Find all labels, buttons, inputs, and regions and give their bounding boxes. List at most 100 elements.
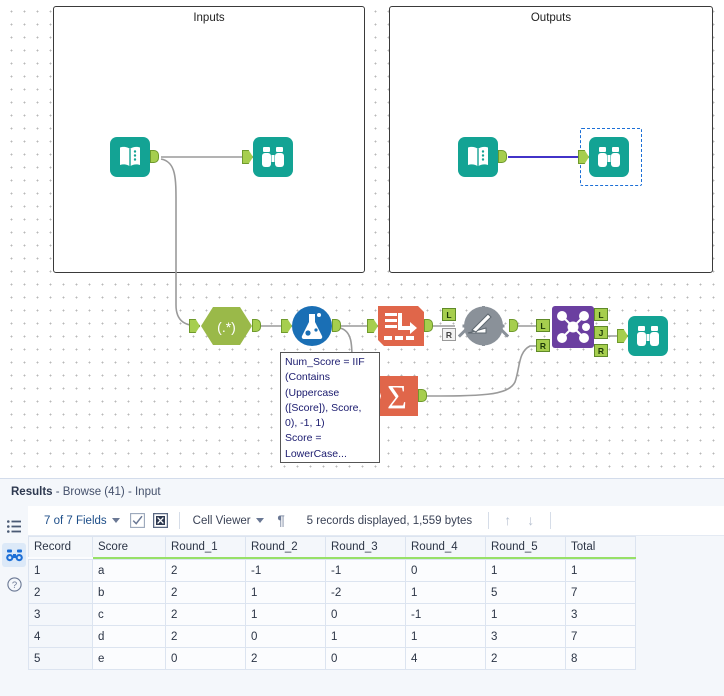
table-cell[interactable]: 2 bbox=[165, 559, 246, 582]
table-row[interactable]: 4d201137 bbox=[28, 625, 636, 648]
tool-browse-3[interactable] bbox=[617, 316, 668, 356]
table-row[interactable]: 3 c 2 1 0 -1 1 3 bbox=[28, 603, 636, 626]
table-cell[interactable]: 3 bbox=[28, 603, 93, 626]
table-cell[interactable]: -2 bbox=[325, 581, 406, 604]
input-anchor[interactable] bbox=[367, 319, 378, 333]
arrow-down-icon[interactable]: ↓ bbox=[523, 513, 538, 528]
table-cell[interactable]: 1 bbox=[485, 559, 566, 582]
table-cell[interactable]: 7 bbox=[565, 581, 636, 604]
tool-browse-1[interactable] bbox=[242, 137, 293, 177]
input-anchor-left[interactable]: L bbox=[536, 319, 550, 332]
table-cell[interactable]: 2 bbox=[245, 647, 326, 670]
table-cell[interactable]: -1 bbox=[325, 559, 406, 582]
container-inputs[interactable]: Inputs bbox=[53, 6, 365, 273]
table-cell[interactable]: 2 bbox=[165, 581, 246, 604]
table-column-header[interactable]: Round_1 bbox=[165, 536, 246, 557]
table-cell[interactable]: 1 bbox=[485, 603, 566, 626]
fields-dropdown[interactable]: 7 of 7 Fields bbox=[38, 510, 126, 532]
table-column-header[interactable]: Record bbox=[28, 536, 93, 557]
tool-regex[interactable]: (.*) bbox=[189, 306, 261, 351]
table-cell[interactable]: 7 bbox=[565, 625, 636, 648]
input-anchor-right[interactable]: R bbox=[442, 328, 456, 341]
output-anchor[interactable] bbox=[332, 319, 341, 332]
table-cell[interactable]: 1 bbox=[405, 581, 486, 604]
output-anchor[interactable] bbox=[252, 319, 261, 332]
table-column-header[interactable]: Total bbox=[565, 536, 636, 557]
checkbox-checked-icon[interactable] bbox=[129, 513, 145, 528]
table-cell[interactable]: -1 bbox=[405, 603, 486, 626]
results-grid-wrapper[interactable]: Record Score Round_1 Round_2 Round_3 Round_4 R… bbox=[28, 536, 724, 696]
checkbox-cross-icon[interactable] bbox=[152, 512, 168, 529]
input-anchor-left[interactable]: L bbox=[442, 308, 456, 321]
output-anchor[interactable] bbox=[509, 319, 518, 332]
tool-summarize[interactable]: Σ bbox=[364, 376, 427, 421]
table-cell[interactable]: 4 bbox=[405, 647, 486, 670]
help-icon[interactable]: ? bbox=[2, 572, 26, 596]
tool-formula[interactable] bbox=[281, 306, 341, 351]
table-cell[interactable]: 5 bbox=[28, 647, 93, 670]
table-cell[interactable]: 2 bbox=[165, 603, 246, 626]
workflow-canvas[interactable]: Inputs Outputs (.*) Σ L R L R L J R Num_… bbox=[0, 0, 724, 478]
table-cell[interactable]: 0 bbox=[405, 559, 486, 582]
table-column-header[interactable]: Round_5 bbox=[485, 536, 566, 557]
table-cell[interactable]: 5 bbox=[485, 581, 566, 604]
table-cell[interactable]: 8 bbox=[565, 647, 636, 670]
transpose-icon bbox=[378, 306, 424, 346]
table-cell[interactable]: 2 bbox=[28, 581, 93, 604]
table-cell[interactable]: e bbox=[92, 647, 166, 670]
table-row[interactable]: 5e020428 bbox=[28, 647, 636, 670]
output-anchor-join[interactable]: J bbox=[594, 326, 608, 339]
tool-input-data-2[interactable] bbox=[458, 137, 507, 177]
table-cell[interactable]: 1 bbox=[28, 559, 93, 582]
table-cell[interactable]: 1 bbox=[325, 625, 406, 648]
table-column-header[interactable]: Round_4 bbox=[405, 536, 486, 557]
input-anchor[interactable] bbox=[281, 319, 292, 333]
table-cell[interactable]: c bbox=[92, 603, 166, 626]
binoculars-icon[interactable] bbox=[2, 543, 26, 567]
table-column-header[interactable]: Round_3 bbox=[325, 536, 406, 557]
table-cell[interactable]: 0 bbox=[325, 647, 406, 670]
output-anchor[interactable] bbox=[498, 150, 507, 163]
list-icon[interactable] bbox=[2, 514, 26, 538]
table-cell[interactable]: a bbox=[92, 559, 166, 582]
arrow-up-icon[interactable]: ↑ bbox=[500, 513, 515, 528]
tool-transpose[interactable] bbox=[367, 306, 433, 351]
table-cell[interactable]: 3 bbox=[485, 625, 566, 648]
fields-label: 7 of 7 Fields bbox=[44, 514, 107, 527]
table-cell[interactable]: 2 bbox=[165, 625, 246, 648]
table-column-header[interactable]: Round_2 bbox=[245, 536, 326, 557]
table-cell[interactable]: b bbox=[92, 581, 166, 604]
table-cell[interactable]: 1 bbox=[565, 559, 636, 582]
table-cell[interactable]: 1 bbox=[245, 581, 326, 604]
table-cell[interactable]: 3 bbox=[565, 603, 636, 626]
tool-join[interactable]: L R L J R bbox=[536, 306, 608, 357]
output-anchor-left[interactable]: L bbox=[594, 308, 608, 321]
table-cell[interactable]: 1 bbox=[245, 603, 326, 626]
output-anchor[interactable] bbox=[418, 389, 427, 402]
table-cell[interactable]: -1 bbox=[245, 559, 326, 582]
output-anchor-right[interactable]: R bbox=[594, 344, 608, 357]
input-anchor-right[interactable]: R bbox=[536, 339, 550, 352]
table-cell[interactable]: d bbox=[92, 625, 166, 648]
tool-input-data-1[interactable] bbox=[110, 137, 159, 177]
input-anchor[interactable] bbox=[189, 319, 200, 333]
cell-viewer-dropdown[interactable]: Cell Viewer bbox=[187, 510, 270, 532]
input-anchor[interactable] bbox=[617, 329, 628, 343]
table-cell[interactable]: 1 bbox=[405, 625, 486, 648]
table-cell[interactable]: 4 bbox=[28, 625, 93, 648]
tool-browse-2[interactable] bbox=[578, 137, 629, 177]
chevron-down-icon bbox=[255, 518, 264, 523]
container-outputs[interactable]: Outputs bbox=[389, 6, 713, 273]
table-cell[interactable]: 0 bbox=[325, 603, 406, 626]
table-cell[interactable]: 2 bbox=[485, 647, 566, 670]
tool-append-fields[interactable]: L R bbox=[442, 305, 518, 351]
results-panel: Results - Browse (41) - Input ? 7 of 7 F… bbox=[0, 478, 724, 696]
table-row[interactable]: 1 a 2 -1 -1 0 1 1 bbox=[28, 559, 636, 582]
table-row[interactable]: 2 b 2 1 -2 1 5 7 bbox=[28, 581, 636, 604]
table-cell[interactable]: 0 bbox=[165, 647, 246, 670]
table-column-header[interactable]: Score bbox=[92, 536, 166, 557]
output-anchor[interactable] bbox=[424, 319, 433, 332]
table-cell[interactable]: 0 bbox=[245, 625, 326, 648]
output-anchor[interactable] bbox=[150, 150, 159, 163]
pilcrow-icon[interactable]: ¶ bbox=[274, 513, 289, 528]
